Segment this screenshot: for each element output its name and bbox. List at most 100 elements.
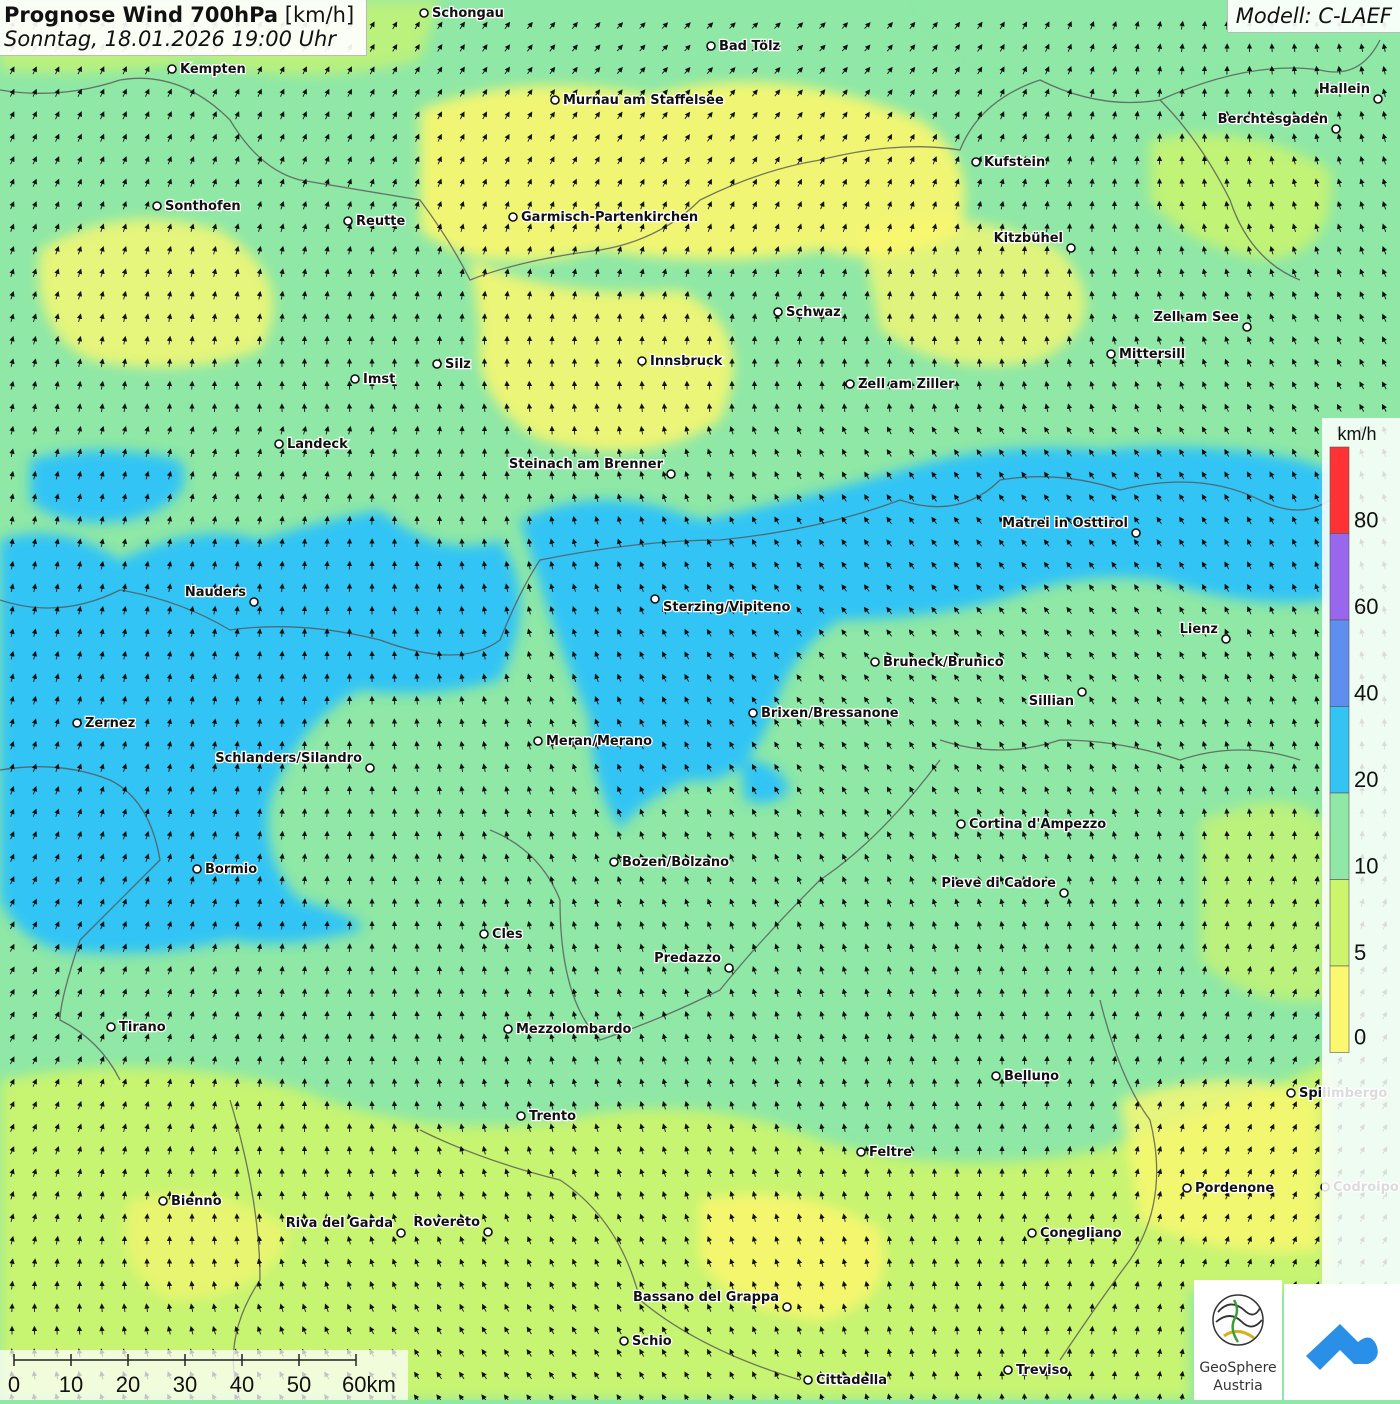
wind-arrow <box>79 1328 80 1335</box>
wind-arrow <box>1114 270 1115 277</box>
city-label: Zell am Ziller <box>858 377 955 392</box>
legend-label: 0 <box>1354 1025 1366 1050</box>
city-dot-icon <box>620 1337 628 1345</box>
city-label: Feltre <box>869 1145 912 1160</box>
city-dot-icon <box>1287 1089 1295 1097</box>
scale-label: 10 <box>59 1372 83 1397</box>
city-dot-icon <box>1004 1366 1012 1374</box>
forecast-datetime: Sonntag, 18.01.2026 19:00 Uhr <box>4 27 354 51</box>
legend-label: 60 <box>1354 594 1378 619</box>
city-label: Bruneck/Brunico <box>883 655 1004 670</box>
wind-arrow <box>462 315 463 322</box>
wind-arrow <box>282 743 283 750</box>
city-label: Riva del Garda <box>286 1216 393 1231</box>
wind-arrow <box>282 630 283 637</box>
wind-arrow <box>439 900 440 907</box>
wind-arrow <box>1069 945 1070 952</box>
city-dot-icon <box>250 598 258 606</box>
wind-arrow <box>1182 90 1183 97</box>
wind-arrow <box>259 338 260 345</box>
city-label: Sterzing/Vipiteno <box>663 600 790 615</box>
wind-arrow <box>417 1035 418 1042</box>
city-dot-icon <box>1060 889 1068 897</box>
city-label: Predazzo <box>654 951 721 966</box>
city-marker: Cortina d'Ampezzo <box>957 817 1106 832</box>
wind-arrow <box>102 1238 103 1245</box>
wind-arrow <box>439 945 440 952</box>
city-label: Conegliano <box>1040 1226 1122 1241</box>
city-label: Hallein <box>1319 82 1370 97</box>
city-label: Zernez <box>85 716 135 731</box>
city-label: Belluno <box>1004 1069 1059 1084</box>
wind-arrow <box>777 338 778 345</box>
wind-arrow <box>1047 1125 1048 1132</box>
legend-color-band <box>1330 880 1349 967</box>
wind-arrow <box>957 293 958 300</box>
wind-arrow <box>372 315 373 322</box>
wind-arrow <box>1137 158 1138 165</box>
city-label: Silz <box>445 357 471 372</box>
wind-arrow <box>552 450 553 457</box>
city-dot-icon <box>1222 635 1230 643</box>
city-label: Treviso <box>1016 1363 1068 1378</box>
city-label: Bozen/Bolzano <box>622 855 729 870</box>
wind-arrow <box>957 1058 958 1065</box>
wind-arrow <box>777 405 778 412</box>
wind-arrow <box>394 1103 395 1110</box>
legend-color-band <box>1330 707 1349 794</box>
wind-arrow <box>327 878 328 885</box>
wind-arrow <box>394 315 395 322</box>
wind-arrow <box>327 923 328 930</box>
wind-arrow <box>1047 1283 1048 1290</box>
city-label: Sillian <box>1029 694 1074 709</box>
wind-arrow <box>1272 788 1273 795</box>
scale-label: 50 <box>287 1372 311 1397</box>
wind-arrow <box>304 765 305 772</box>
wind-arrow <box>327 968 328 975</box>
city-marker: Kempten <box>168 62 246 77</box>
wind-arrow <box>957 1035 958 1042</box>
wind-arrow <box>282 338 283 345</box>
wind-arrow <box>349 315 350 322</box>
wind-arrow <box>214 1238 215 1245</box>
app-logo-icon <box>1284 1284 1400 1400</box>
scale-label: 30 <box>173 1372 197 1397</box>
wind-arrow <box>1182 203 1183 210</box>
wind-arrow <box>192 1260 193 1267</box>
wind-arrow <box>282 653 283 660</box>
wind-arrow <box>1002 990 1003 997</box>
map-title-unit: [km/h] <box>285 3 354 27</box>
city-label: Schwaz <box>786 305 841 320</box>
wind-arrow <box>304 1170 305 1177</box>
wind-arrow <box>79 1260 80 1267</box>
wind-arrow <box>327 990 328 997</box>
scale-label: 0 <box>8 1372 20 1397</box>
city-dot-icon <box>725 964 733 972</box>
city-dot-icon <box>534 737 542 745</box>
wind-arrow <box>1249 810 1250 817</box>
wind-arrow <box>147 405 148 412</box>
wind-arrow <box>1294 855 1295 862</box>
legend-label: 20 <box>1354 767 1378 792</box>
wind-arrow <box>1024 248 1025 255</box>
wind-arrow <box>1024 968 1025 975</box>
city-dot-icon <box>1183 1184 1191 1192</box>
wind-arrow <box>1182 945 1183 952</box>
city-label: Steinach am Brenner <box>509 457 664 472</box>
wind-arrow <box>934 1080 935 1087</box>
color-legend: km/h 806040201050 <box>1322 418 1400 1358</box>
wind-arrow <box>214 360 215 367</box>
city-dot-icon <box>774 308 782 316</box>
legend-label: 80 <box>1354 508 1378 533</box>
city-dot-icon <box>484 1228 492 1236</box>
city-dot-icon <box>504 1025 512 1033</box>
wind-arrow <box>1114 1013 1115 1020</box>
wind-arrow <box>507 315 508 322</box>
legend-color-band <box>1330 620 1349 707</box>
city-dot-icon <box>707 42 715 50</box>
city-marker: Bruneck/Brunico <box>871 655 1004 670</box>
wind-arrow <box>529 473 530 480</box>
wind-arrow <box>282 608 283 615</box>
wind-arrow <box>1047 1260 1048 1267</box>
wind-arrow <box>304 788 305 795</box>
